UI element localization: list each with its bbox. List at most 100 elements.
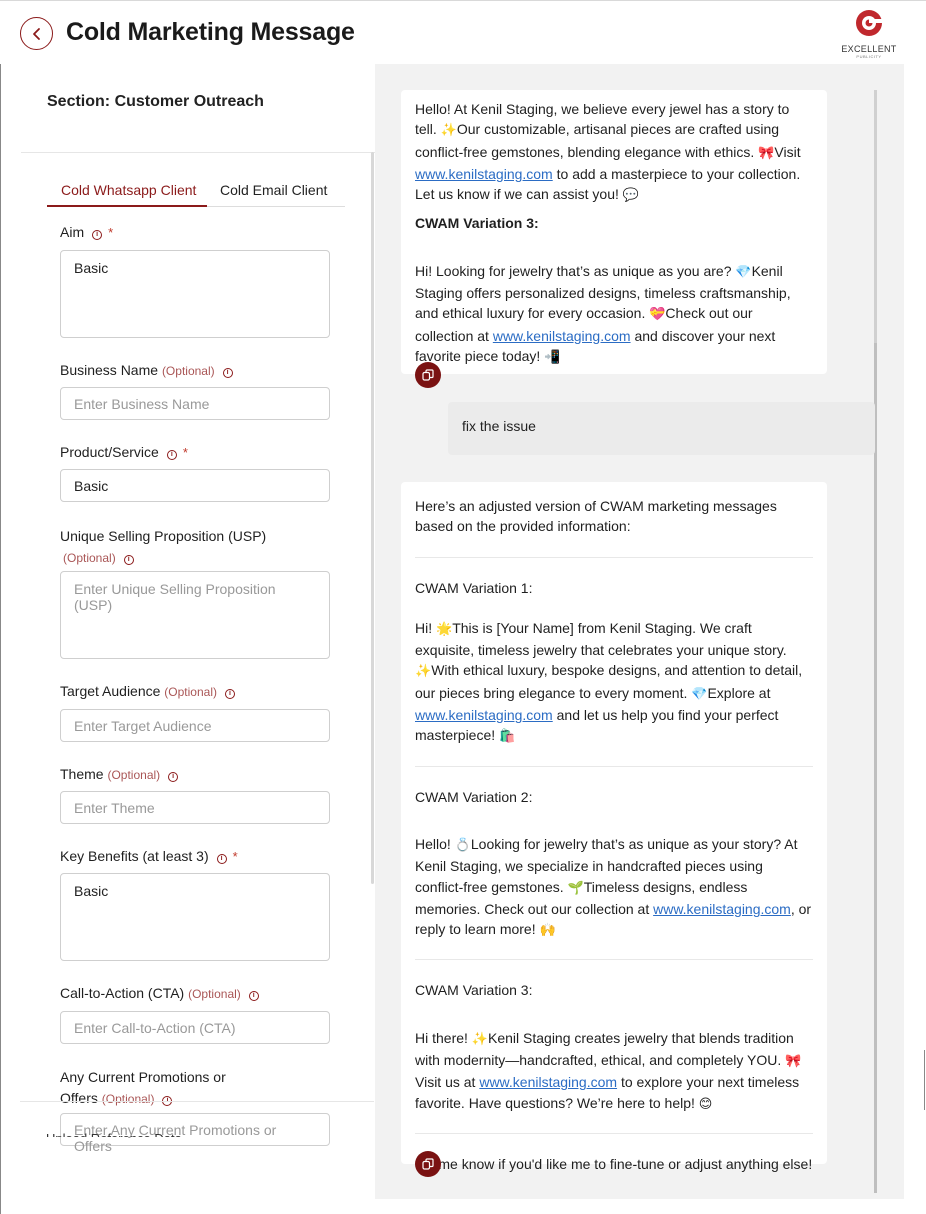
assistant-message: Here’s an adjusted version of CWAM marke… (401, 482, 827, 1172)
chat-scrollbar-thumb[interactable] (874, 343, 877, 1193)
theme-label-text: Theme (60, 766, 104, 782)
copy-button[interactable] (415, 362, 441, 388)
info-icon[interactable]: i (248, 991, 259, 1001)
info-icon[interactable]: i (166, 450, 177, 460)
info-icon[interactable]: i (92, 230, 103, 240)
info-icon[interactable]: i (168, 772, 179, 782)
message-text: Hi! Looking for jewelry that’s as unique… (415, 262, 791, 365)
optional-tag: (Optional) (188, 987, 241, 1001)
back-button[interactable] (20, 17, 53, 50)
divider (415, 765, 813, 767)
message-text: Hello! At Kenil Staging, we believe ever… (415, 101, 801, 204)
cta-label-text: Call-to-Action (CTA) (60, 985, 185, 1001)
divider (20, 1101, 374, 1102)
usp-field[interactable]: Enter Unique Selling Proposition (USP) (60, 571, 330, 659)
promotions-label: Any Current Promotions or Offers (Optiona… (60, 1067, 226, 1110)
user-message: fix the issue (448, 402, 875, 455)
mobile-phone-icon: 📲 (544, 349, 561, 365)
key-benefits-field[interactable]: Basic (60, 873, 330, 961)
logo-text: EXCELLENT (841, 44, 897, 54)
promotions-field[interactable]: Enter Any Current Promotions or Offers (60, 1113, 330, 1154)
aim-field[interactable]: Basic (60, 250, 330, 338)
cta-field[interactable]: Enter Call-to-Action (CTA) (60, 1011, 330, 1044)
required-marker: * (232, 849, 238, 864)
business-name-field[interactable]: Enter Business Name (60, 387, 330, 420)
aim-label: Aim i * (60, 224, 113, 240)
bow-icon: 🎀 (758, 145, 775, 161)
sparkles-icon: ✨ (440, 123, 457, 139)
copy-button[interactable] (415, 1151, 441, 1177)
shopping-bags-icon: 🛍️ (499, 729, 516, 745)
website-link[interactable]: www.kenilstaging.com (653, 901, 791, 917)
info-icon[interactable]: i (222, 368, 233, 378)
message-text: Hi! 🌟This is [Your Name] from Kenil Stag… (415, 619, 803, 745)
sparkles-icon: ✨ (471, 1031, 488, 1047)
key-benefits-label-text: Key Benefits (at least 3) (60, 848, 209, 864)
upload-reference-label: Upload Reference Data (46, 1131, 182, 1137)
cta-label: Call-to-Action (CTA) (Optional) i (60, 985, 259, 1001)
divider (21, 152, 375, 153)
gem-icon: 💎 (691, 686, 708, 702)
product-service-label-text: Product/Service (60, 444, 159, 460)
website-link[interactable]: www.kenilstaging.com (415, 707, 553, 723)
target-audience-field[interactable]: Enter Target Audience (60, 709, 330, 742)
logo-subtext: PUBLICITY (856, 54, 882, 59)
target-audience-label-text: Target Audience (60, 683, 161, 699)
bow-icon: 🎀 (785, 1054, 802, 1070)
active-tab-indicator (47, 205, 207, 207)
chevron-left-icon (32, 27, 40, 40)
logo-mark (856, 10, 883, 36)
product-service-field[interactable]: Basic (60, 469, 330, 502)
form-scrollbar[interactable] (371, 152, 374, 884)
logo: EXCELLENT PUBLICITY (834, 7, 904, 59)
raised-hands-icon: 🙌 (539, 923, 556, 939)
smile-icon: 😊 (698, 1096, 713, 1112)
product-service-label: Product/Service i * (60, 444, 188, 460)
divider (415, 959, 813, 961)
tab-cold-whatsapp-client[interactable]: Cold Whatsapp Client (61, 182, 196, 198)
promotions-label-line2: Offers (60, 1090, 98, 1106)
info-icon[interactable]: i (224, 689, 235, 699)
optional-tag: (Optional) (164, 685, 217, 699)
heart-gift-icon: 💝 (649, 307, 666, 323)
optional-tag: (Optional) (101, 1092, 155, 1106)
info-icon[interactable]: i (216, 854, 227, 864)
message-text: Hello! 💍Looking for jewelry that’s as un… (415, 835, 812, 939)
copy-icon (422, 369, 434, 381)
variation-title: CWAM Variation 1: (415, 579, 533, 596)
theme-field[interactable]: Enter Theme (60, 791, 330, 824)
business-name-label-text: Business Name (60, 362, 159, 378)
target-audience-label: Target Audience (Optional) i (60, 683, 235, 699)
page-title: Cold Marketing Message (66, 18, 355, 46)
promotions-label-line1: Any Current Promotions or (60, 1069, 226, 1085)
speech-bubble-icon: 💬 (622, 188, 639, 204)
key-benefits-label: Key Benefits (at least 3) i * (60, 848, 238, 864)
divider (415, 556, 813, 558)
page-margin (904, 64, 926, 1214)
optional-tag: (Optional) (107, 768, 161, 782)
required-marker: * (108, 225, 114, 240)
seedling-icon: 🌱 (567, 880, 584, 896)
tab-cold-email-client[interactable]: Cold Email Client (220, 182, 327, 198)
usp-label: Unique Selling Proposition (USP) (Optiona… (60, 526, 350, 569)
info-icon[interactable]: i (123, 555, 134, 565)
optional-tag: (Optional) (63, 551, 116, 565)
section-title: Section: Customer Outreach (47, 93, 264, 110)
variation-title: CWAM Variation 2: (415, 788, 533, 805)
website-link[interactable]: www.kenilstaging.com (493, 328, 631, 344)
message-intro: Here’s an adjusted version of CWAM marke… (415, 498, 777, 535)
theme-label: Theme (Optional) i (60, 766, 179, 782)
website-link[interactable]: www.kenilstaging.com (415, 166, 553, 182)
window-edge (924, 1050, 925, 1110)
website-link[interactable]: www.kenilstaging.com (479, 1074, 617, 1090)
variation-title: CWAM Variation 3: (415, 982, 533, 999)
glowing-star-icon: 🌟 (436, 621, 453, 637)
sparkles-icon: ✨ (415, 664, 432, 680)
client-tabs: Cold Whatsapp Client Cold Email Client (47, 174, 345, 207)
message-text: Hi there! ✨Kenil Staging creates jewelry… (415, 1029, 802, 1112)
usp-label-text: Unique Selling Proposition (USP) (60, 528, 267, 544)
gem-icon: 💎 (735, 264, 752, 280)
divider (415, 1132, 813, 1134)
business-name-label: Business Name (Optional) i (60, 362, 233, 378)
required-marker: * (182, 445, 188, 460)
